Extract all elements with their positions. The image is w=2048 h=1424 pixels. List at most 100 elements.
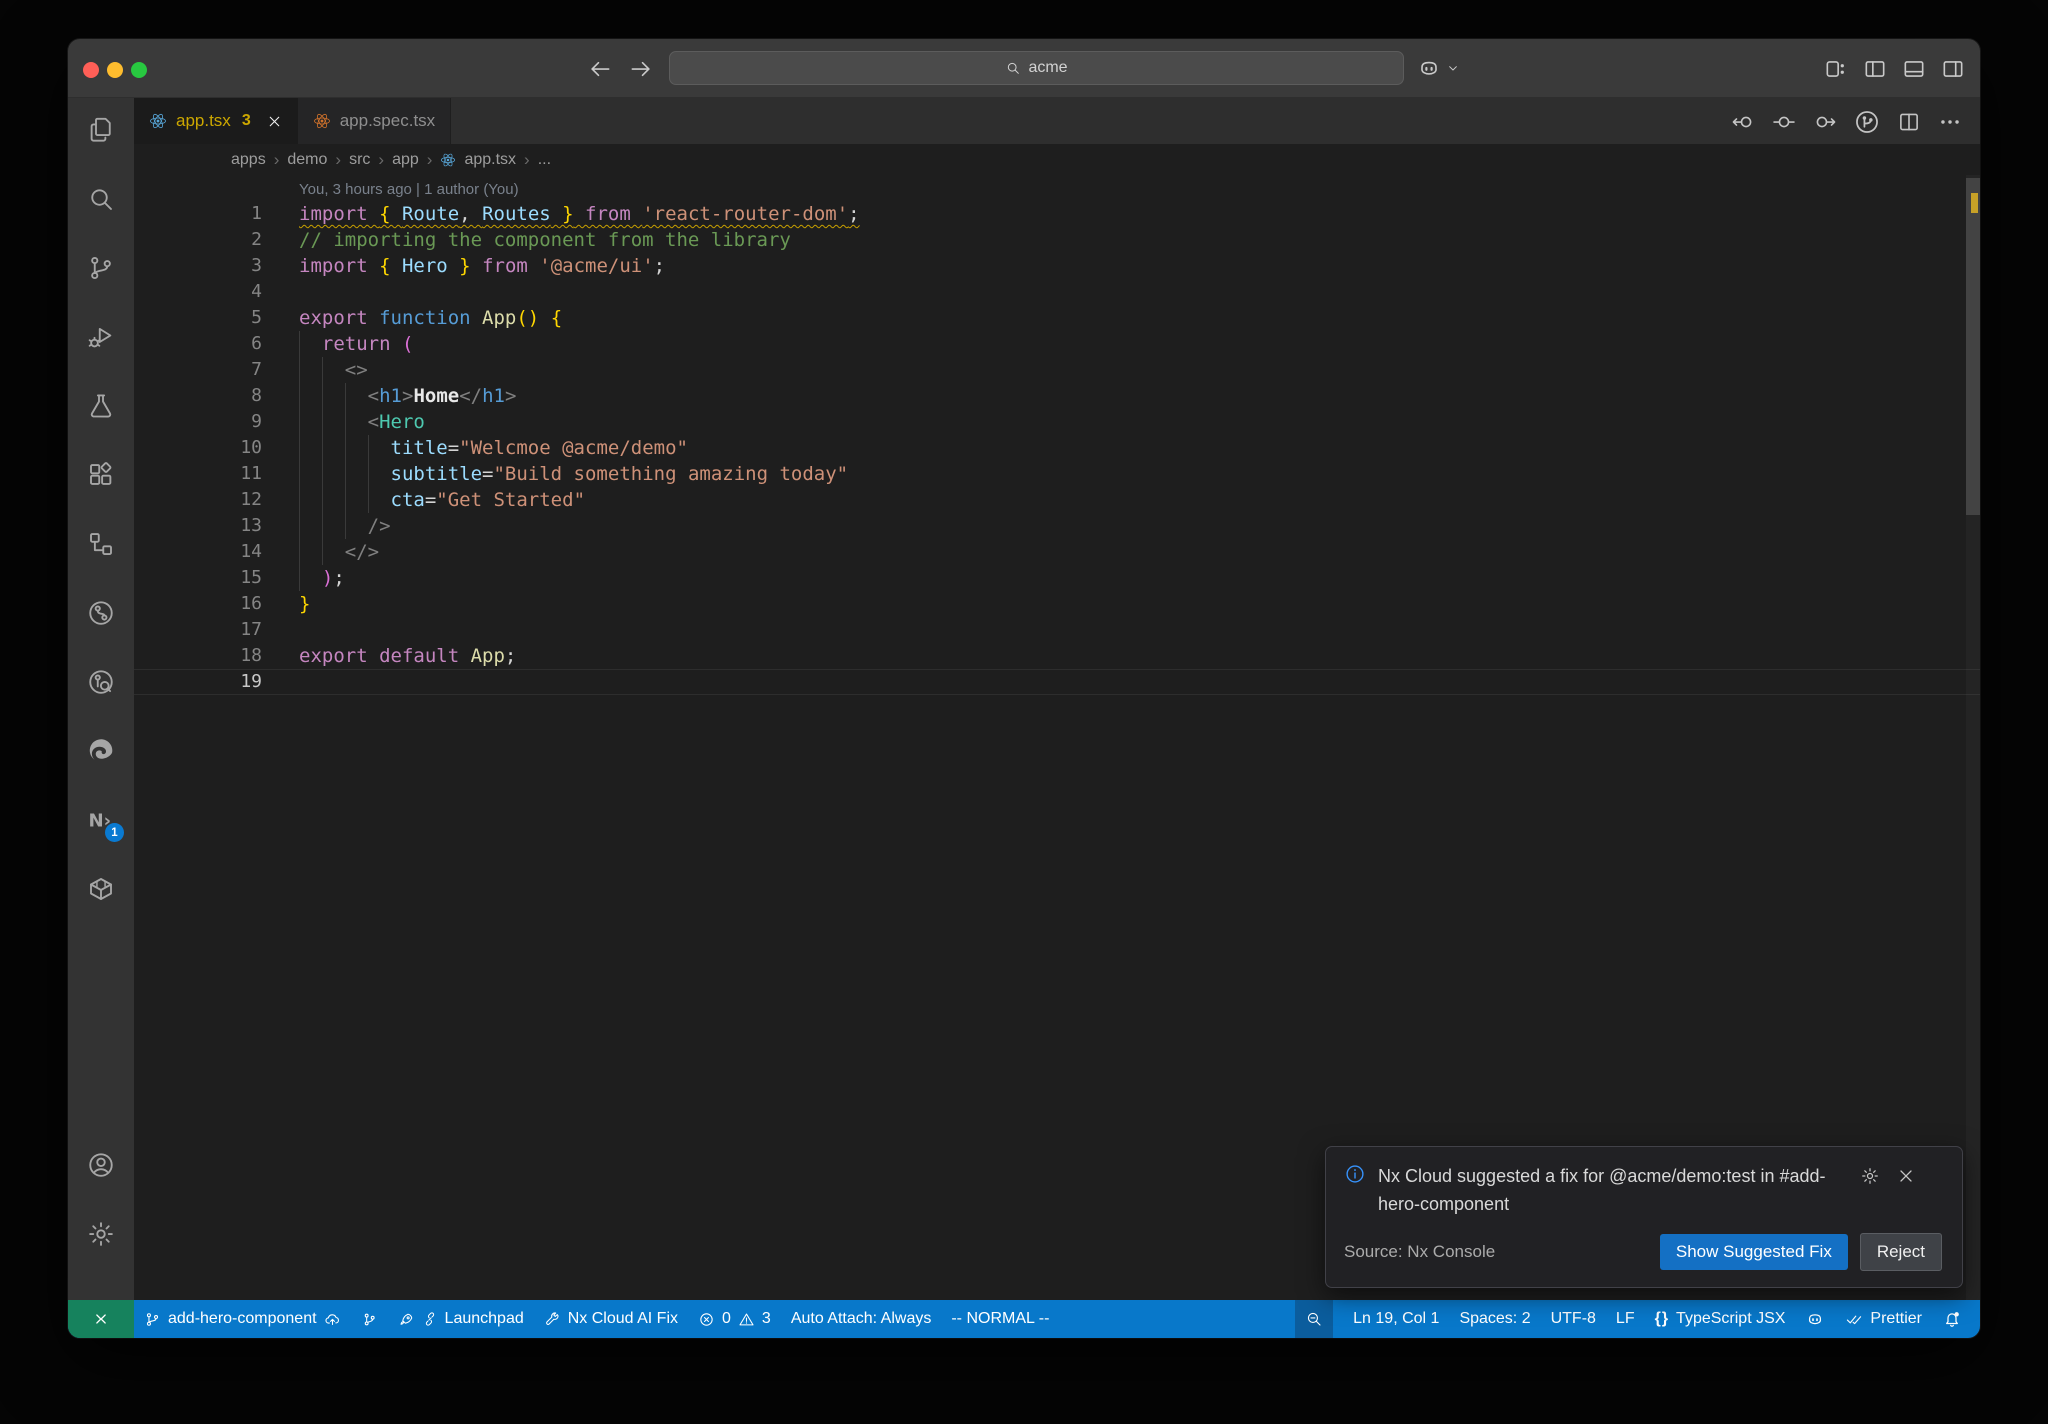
code-line-16: 16} (134, 591, 1980, 617)
status-bar: add-hero-component Launchpad Nx Cloud AI… (68, 1300, 1980, 1338)
history-forward-icon[interactable] (628, 56, 654, 82)
status-zoom-indicator[interactable] (1295, 1300, 1334, 1338)
close-tab-icon[interactable] (266, 113, 283, 130)
close-window-button[interactable] (83, 62, 99, 78)
line-number: 7 (251, 359, 262, 380)
tab-bar: app.tsx 3 app.spec.tsx (134, 98, 1980, 144)
activity-account-icon[interactable] (86, 1150, 116, 1180)
code-line-13: 13 /> (134, 513, 1980, 539)
activity-nx-console-icon[interactable]: N› 1 (86, 805, 124, 842)
warning-overview-marker (1971, 193, 1978, 213)
more-actions-icon[interactable] (1937, 109, 1963, 135)
breadcrumb-item[interactable]: apps (231, 151, 266, 169)
editor-scrollbar[interactable] (1966, 175, 1980, 1300)
status-copilot[interactable] (1795, 1300, 1835, 1338)
activity-testing-icon[interactable] (86, 391, 116, 421)
status-eol[interactable]: LF (1606, 1300, 1645, 1338)
react-file-icon (440, 152, 456, 168)
code-editor[interactable]: You, 3 hours ago | 1 author (You) 1 impor… (134, 175, 1980, 1300)
activity-edge-devtools-icon[interactable] (86, 736, 116, 766)
code-line-5: 5 export function App() { (134, 305, 1980, 331)
tab-app-spec-tsx[interactable]: app.spec.tsx (297, 98, 452, 144)
activity-run-debug-icon[interactable] (86, 322, 116, 352)
tab-problem-badge: 3 (241, 112, 251, 129)
status-cursor-position[interactable]: Ln 19, Col 1 (1343, 1300, 1449, 1338)
code-line-18: 18 export default App; (134, 643, 1980, 669)
activity-settings-icon[interactable] (86, 1219, 116, 1249)
line-number: 8 (251, 385, 262, 406)
remote-indicator[interactable] (68, 1300, 134, 1338)
wrench-icon (544, 1311, 561, 1328)
status-notifications[interactable] (1932, 1300, 1972, 1338)
show-suggested-fix-button[interactable]: Show Suggested Fix (1659, 1234, 1848, 1270)
bell-icon (1942, 1309, 1962, 1329)
line-number: 4 (251, 281, 262, 302)
warning-icon (738, 1311, 755, 1328)
breadcrumb-item[interactable]: src (349, 151, 370, 169)
activity-gitlens-icon[interactable] (86, 598, 116, 628)
code-line-6: 6 return ( (134, 331, 1980, 357)
status-indentation[interactable]: Spaces: 2 (1449, 1300, 1540, 1338)
reject-button[interactable]: Reject (1859, 1233, 1942, 1271)
code-line-1: 1 import { Route, Routes } from 'react-ro… (134, 201, 1980, 227)
breadcrumb-item[interactable]: app.tsx (464, 151, 516, 169)
activity-extensions-icon[interactable] (86, 460, 116, 490)
code-line-14: 14 </> (134, 539, 1980, 565)
status-prettier[interactable]: Prettier (1835, 1300, 1932, 1338)
tab-label: app.spec.tsx (339, 111, 436, 130)
activity-search-icon[interactable] (86, 184, 116, 214)
breadcrumb-item[interactable]: app (392, 151, 419, 169)
status-encoding[interactable]: UTF-8 (1541, 1300, 1606, 1338)
activity-containers-icon[interactable] (86, 874, 116, 904)
history-back-icon[interactable] (587, 56, 613, 82)
line-number: 1 (251, 203, 262, 224)
tab-app-tsx[interactable]: app.tsx 3 (134, 98, 298, 144)
copilot-icon (1805, 1309, 1825, 1329)
toggle-sidebar-button[interactable] (1862, 56, 1888, 82)
run-target-icon[interactable] (1853, 108, 1881, 136)
nav-forward-icon[interactable] (1812, 109, 1838, 135)
status-problems[interactable]: 0 3 (688, 1300, 781, 1338)
tab-label: app.tsx (176, 111, 231, 130)
breadcrumb-item[interactable]: ... (538, 151, 551, 169)
line-number: 16 (240, 593, 262, 614)
status-launchpad[interactable]: Launchpad (388, 1300, 534, 1338)
split-editor-icon[interactable] (1896, 109, 1922, 135)
status-vim-mode[interactable]: -- NORMAL -- (941, 1300, 1059, 1338)
title-bar: acme (68, 39, 1980, 98)
customize-layout-button[interactable] (1823, 56, 1849, 82)
breadcrumb-item[interactable]: demo (287, 151, 327, 169)
notification-close-icon[interactable] (1896, 1166, 1916, 1186)
nav-location-icon[interactable] (1771, 109, 1797, 135)
code-line-8: 8 <h1>Home</h1> (134, 383, 1980, 409)
code-line-3: 3 import { Hero } from '@acme/ui'; (134, 253, 1980, 279)
line-number: 5 (251, 307, 262, 328)
scrollbar-thumb[interactable] (1966, 178, 1980, 515)
status-commit-graph[interactable] (351, 1300, 388, 1338)
status-language-mode[interactable]: {} TypeScript JSX (1645, 1300, 1796, 1338)
notification-settings-icon[interactable] (1860, 1166, 1880, 1186)
line-number: 15 (240, 567, 262, 588)
activity-explorer-icon[interactable] (86, 115, 116, 145)
toggle-panel-button[interactable] (1901, 56, 1927, 82)
activity-source-control-icon[interactable] (86, 253, 116, 283)
toggle-secondary-sidebar-button[interactable] (1940, 56, 1966, 82)
search-value: acme (1028, 59, 1068, 76)
nav-back-icon[interactable] (1730, 109, 1756, 135)
command-center-search[interactable]: acme (669, 51, 1404, 85)
line-number: 19 (240, 671, 262, 692)
zoom-window-button[interactable] (131, 62, 147, 78)
line-number: 9 (251, 411, 262, 432)
activity-gitlens-inspect-icon[interactable] (86, 667, 116, 697)
activity-project-structure-icon[interactable] (86, 529, 116, 559)
code-line-7: 7 <> (134, 357, 1980, 383)
status-nx-cloud-fix[interactable]: Nx Cloud AI Fix (534, 1300, 688, 1338)
status-auto-attach[interactable]: Auto Attach: Always (781, 1300, 942, 1338)
vscode-window: acme N› 1 app.tsx 3 app.spec.tsx apps › … (68, 39, 1980, 1338)
notification-source: Source: Nx Console (1344, 1242, 1496, 1261)
commit-graph-icon (361, 1311, 378, 1328)
status-branch[interactable]: add-hero-component (134, 1300, 351, 1338)
code-line-4: 4 (134, 279, 1980, 305)
minimize-window-button[interactable] (107, 62, 123, 78)
copilot-menu-button[interactable] (1416, 55, 1461, 81)
